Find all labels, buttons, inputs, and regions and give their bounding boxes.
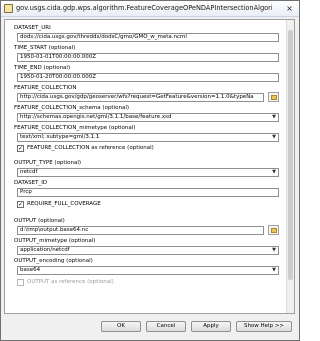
output-encoding-select[interactable]: base64 ▼ [17,266,279,275]
output-mimetype-label: OUTPUT_mimetype (optional) [14,238,96,244]
output-browse-button[interactable] [268,225,279,235]
feature-collection-schema-value: http://schemas.opengis.net/gml/3.1.1/bas… [20,114,172,120]
tool-icon [4,4,13,13]
feature-collection-label: FEATURE_COLLECTION [14,85,77,91]
checkbox-box[interactable] [17,279,24,286]
time-start-label: TIME_START (optional) [14,45,76,51]
output-type-value: netcdf [20,169,38,175]
scrollbar-thumb[interactable] [288,30,293,280]
tool-dialog: gov.usgs.cida.gdp.wps.algorithm.FeatureC… [0,0,300,341]
time-end-input[interactable]: 1950-01-20T00:00:00.000Z [17,73,279,82]
feature-collection-schema-label: FEATURE_COLLECTION_schema (optional) [14,105,130,111]
dataset-id-input[interactable]: Prcp [17,188,279,197]
time-start-input[interactable]: 1950-01-01T00:00:00.000Z [17,53,279,62]
output-label: OUTPUT (optional) [14,218,65,224]
output-type-select[interactable]: netcdf ▼ [17,168,279,177]
dataset-uri-input[interactable]: dods://cida.usgs.gov/thredds/dodsC/gmo/G… [17,33,279,42]
dataset-id-label: DATASET_ID [14,180,48,186]
folder-icon [271,228,277,233]
feature-collection-schema-select[interactable]: http://schemas.opengis.net/gml/3.1.1/bas… [17,113,279,122]
ok-button[interactable]: OK [101,321,141,332]
output-encoding-value: base64 [20,267,41,273]
feature-collection-browse-button[interactable] [268,92,279,102]
checkbox-box[interactable]: ✓ [17,201,24,208]
parameter-panel: DATASET_URI dods://cida.usgs.gov/thredds… [4,19,295,314]
chevron-down-icon: ▼ [272,247,276,253]
feature-collection-mimetype-label: FEATURE_COLLECTION_mimetype (optional) [14,125,136,131]
scrollbar[interactable] [286,20,294,313]
title-bar[interactable]: gov.usgs.cida.gdp.wps.algorithm.FeatureC… [1,1,299,17]
feature-collection-input[interactable]: http://cida.usgs.gov/gdp/geoserver/wfs?r… [17,93,264,102]
chevron-down-icon: ▼ [272,267,276,273]
dataset-uri-label: DATASET_URI [14,25,51,31]
output-mimetype-value: application/netcdf [20,247,70,253]
output-encoding-label: OUTPUT_encoding (optional) [14,258,93,264]
time-end-label: TIME_END (optional) [14,65,71,71]
output-reference-label: OUTPUT as reference (optional) [27,279,114,285]
chevron-down-icon: ▼ [272,134,276,140]
output-input[interactable]: d:\tmp\output.base64.nc [17,226,264,235]
feature-collection-reference-label: FEATURE_COLLECTION as reference (optiona… [27,145,154,151]
show-help-button[interactable]: Show Help >> [236,321,292,332]
output-type-label: OUTPUT_TYPE (optional) [14,160,82,166]
chevron-down-icon: ▼ [272,114,276,120]
checkbox-box[interactable]: ✓ [17,145,24,152]
output-mimetype-select[interactable]: application/netcdf ▼ [17,246,279,255]
cancel-button[interactable]: Cancel [146,321,186,332]
folder-icon [271,95,277,100]
require-full-coverage-label: REQUIRE_FULL_COVERAGE [27,201,101,207]
feature-collection-mimetype-value: text/xml; subtype=gml/3.1.1 [20,134,100,140]
chevron-down-icon: ▼ [272,169,276,175]
apply-button[interactable]: Apply [191,321,231,332]
close-button[interactable]: × [283,3,296,14]
window-title: gov.usgs.cida.gdp.wps.algorithm.FeatureC… [16,4,272,12]
feature-collection-mimetype-select[interactable]: text/xml; subtype=gml/3.1.1 ▼ [17,133,279,142]
